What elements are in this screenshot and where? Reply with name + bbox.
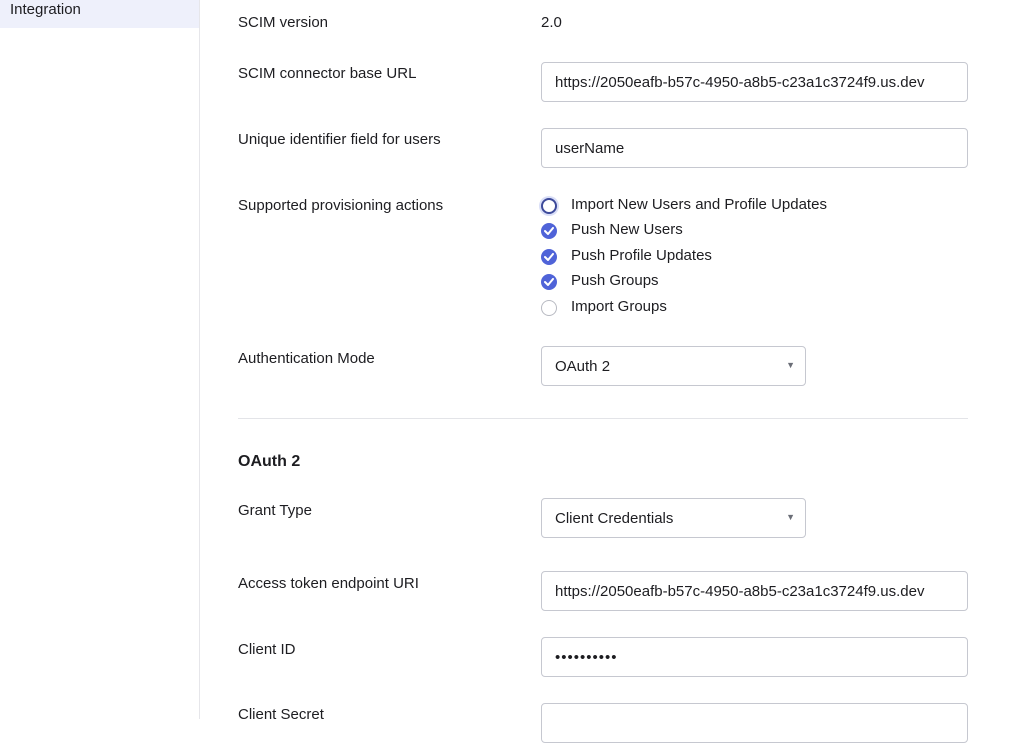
checkbox-label: Import Groups [571, 298, 667, 315]
auth-mode-select[interactable]: OAuth 2 ▼ [541, 346, 806, 386]
checkbox-checked-icon[interactable] [541, 274, 557, 290]
client-secret-label: Client Secret [238, 706, 324, 723]
token-endpoint-label: Access token endpoint URI [238, 575, 419, 592]
checkbox-checked-icon[interactable] [541, 249, 557, 265]
checkmark-icon [544, 227, 554, 235]
checkbox-checked-icon[interactable] [541, 223, 557, 239]
checkbox-label: Import New Users and Profile Updates [571, 196, 827, 213]
provisioning-label: Supported provisioning actions [238, 197, 444, 214]
grant-type-select[interactable]: Client Credentials ▼ [541, 498, 806, 538]
unique-id-input[interactable] [541, 128, 968, 168]
client-id-input[interactable] [541, 637, 968, 677]
unique-id-label: Unique identifier field for users [238, 131, 441, 148]
auth-mode-selected: OAuth 2 [555, 358, 611, 375]
oauth-section-title: OAuth 2 [238, 453, 301, 470]
chevron-down-icon: ▼ [786, 512, 795, 522]
base-url-input[interactable] [541, 62, 968, 102]
grant-type-selected: Client Credentials [555, 510, 674, 527]
grant-type-label: Grant Type [238, 502, 312, 519]
checkbox-label: Push Profile Updates [571, 247, 712, 264]
client-id-label: Client ID [238, 641, 296, 658]
checkmark-icon [544, 278, 554, 286]
checkmark-icon [544, 253, 554, 261]
chevron-down-icon: ▼ [786, 360, 795, 370]
token-endpoint-input[interactable] [541, 571, 968, 611]
client-secret-input[interactable] [541, 703, 968, 743]
section-divider [238, 418, 968, 419]
checkbox-label: Push New Users [571, 221, 683, 238]
auth-mode-label: Authentication Mode [238, 350, 375, 367]
checkbox-unchecked-icon[interactable] [541, 300, 557, 316]
base-url-label: SCIM connector base URL [238, 65, 417, 82]
checkbox-unchecked-icon[interactable] [541, 198, 557, 214]
checkbox-label: Push Groups [571, 272, 659, 289]
scim-version-value: 2.0 [541, 14, 562, 31]
sidebar-item-integration[interactable]: Integration [0, 0, 199, 28]
sidebar: Integration [0, 0, 200, 719]
scim-version-label: SCIM version [238, 14, 329, 31]
sidebar-item-label: Integration [10, 1, 81, 18]
